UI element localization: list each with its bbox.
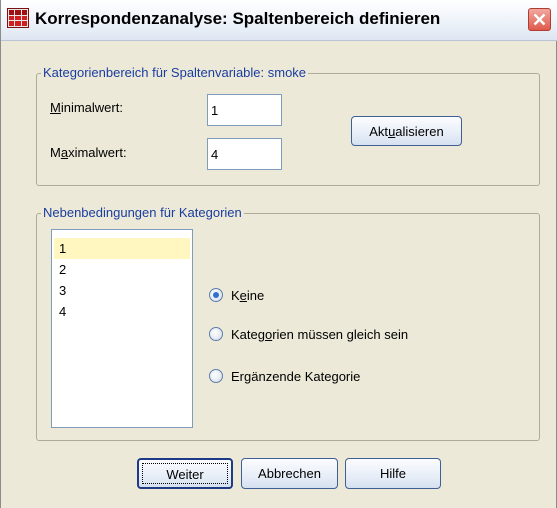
continue-button[interactable]: Weiter — [137, 458, 233, 489]
minimum-input[interactable] — [207, 94, 282, 126]
update-button[interactable]: Aktualisieren — [351, 116, 462, 146]
close-button[interactable] — [528, 8, 551, 31]
radio-none-label: Keine — [231, 288, 265, 303]
maximum-input[interactable] — [207, 138, 282, 170]
radio-equal-label: Kategorien müssen gleich sein — [231, 327, 409, 342]
radio-unselected-icon[interactable] — [209, 369, 223, 383]
title-bar[interactable]: Korrespondenzanalyse: Spaltenbereich def… — [1, 0, 557, 41]
category-listbox[interactable]: 1 2 3 4 — [51, 229, 193, 428]
radio-unselected-icon[interactable] — [209, 327, 223, 341]
radio-selected-icon[interactable] — [209, 288, 223, 302]
list-item[interactable]: 1 — [54, 238, 190, 259]
list-item[interactable]: 2 — [54, 259, 190, 280]
radio-supplementary-label: Ergänzende Kategorie — [231, 369, 361, 384]
dialog-window: Korrespondenzanalyse: Spaltenbereich def… — [0, 0, 557, 508]
cancel-button[interactable]: Abbrechen — [241, 458, 338, 489]
maximum-label: Maximalwert: — [50, 145, 127, 160]
help-button[interactable]: Hilfe — [345, 458, 441, 489]
close-icon — [533, 13, 546, 26]
spss-data-icon — [7, 8, 29, 28]
constraints-group-legend: Nebenbedingungen für Kategorien — [41, 205, 244, 220]
list-item[interactable]: 4 — [54, 301, 190, 322]
range-groupbox: Kategorienbereich für Spaltenvariable: s… — [36, 65, 540, 186]
minimum-label: Minimalwert: — [50, 100, 123, 115]
list-item[interactable]: 3 — [54, 280, 190, 301]
continue-button-label: Weiter — [142, 463, 228, 484]
window-title: Korrespondenzanalyse: Spaltenbereich def… — [35, 9, 441, 28]
range-group-legend: Kategorienbereich für Spaltenvariable: s… — [41, 65, 309, 80]
